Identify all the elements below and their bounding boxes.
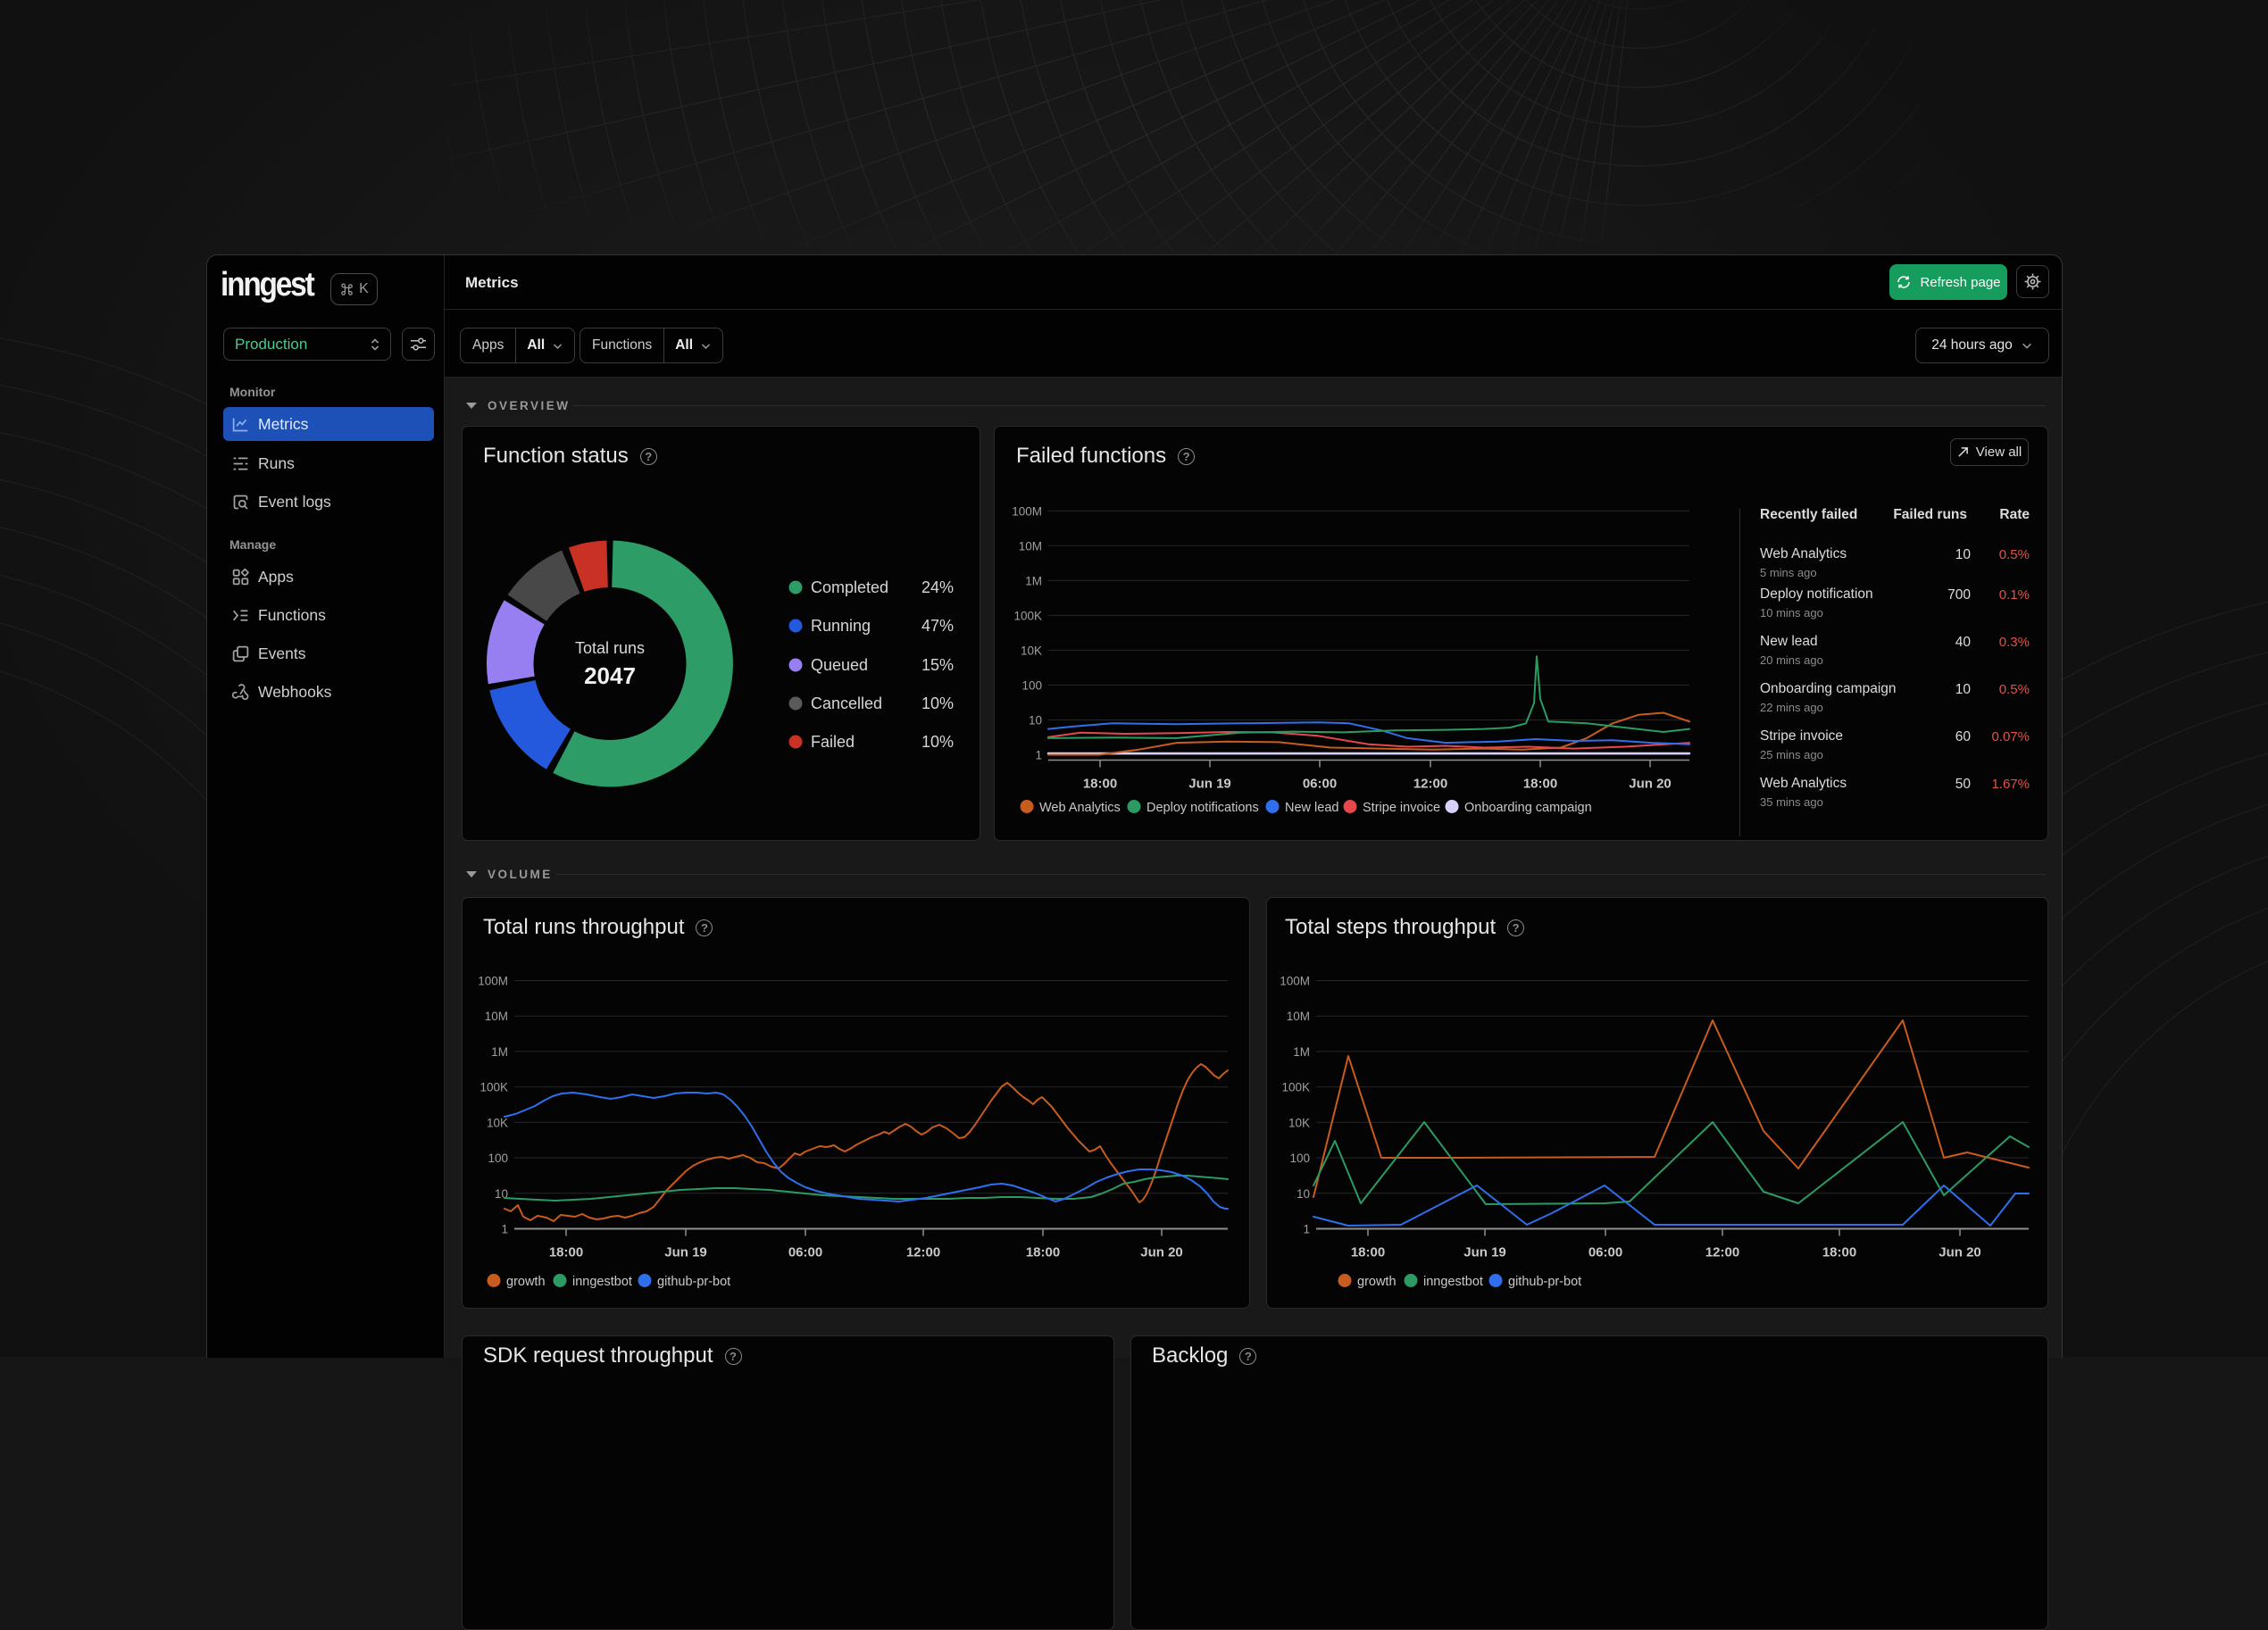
svg-text:06:00: 06:00 [788, 1245, 822, 1260]
svg-text:1M: 1M [491, 1045, 508, 1059]
svg-text:18:00: 18:00 [549, 1245, 583, 1260]
svg-text:1M: 1M [1025, 574, 1042, 587]
svg-text:1M: 1M [1293, 1045, 1310, 1059]
svg-text:Stripe invoice: Stripe invoice [1363, 801, 1440, 815]
svg-text:100: 100 [488, 1152, 508, 1165]
svg-text:Failed: Failed [811, 733, 855, 751]
svg-text:10M: 10M [1287, 1010, 1310, 1023]
svg-text:100K: 100K [1013, 609, 1042, 622]
svg-text:100: 100 [1289, 1152, 1310, 1165]
svg-text:10K: 10K [1021, 644, 1042, 657]
svg-text:10: 10 [1029, 714, 1042, 728]
svg-text:1: 1 [501, 1223, 508, 1236]
svg-text:inngestbot: inngestbot [572, 1275, 632, 1289]
svg-text:inngestbot: inngestbot [1423, 1275, 1483, 1289]
svg-text:10M: 10M [485, 1010, 508, 1023]
svg-text:Jun 19: Jun 19 [664, 1245, 707, 1260]
svg-text:1: 1 [1303, 1223, 1310, 1236]
svg-text:Jun 20: Jun 20 [1939, 1245, 1981, 1260]
svg-text:2047: 2047 [584, 662, 636, 689]
svg-text:Web Analytics: Web Analytics [1039, 801, 1121, 815]
svg-text:10M: 10M [1019, 539, 1042, 553]
svg-text:10: 10 [1297, 1187, 1310, 1201]
svg-text:10K: 10K [487, 1116, 508, 1129]
svg-text:Running: Running [811, 617, 871, 635]
svg-text:growth: growth [1357, 1275, 1397, 1289]
svg-text:06:00: 06:00 [1588, 1245, 1622, 1260]
svg-text:06:00: 06:00 [1303, 777, 1337, 792]
svg-text:24%: 24% [921, 578, 954, 596]
svg-text:12:00: 12:00 [1705, 1245, 1739, 1260]
svg-text:10K: 10K [1288, 1116, 1310, 1129]
svg-text:100M: 100M [478, 975, 508, 988]
svg-text:18:00: 18:00 [1083, 777, 1117, 792]
svg-text:12:00: 12:00 [1413, 777, 1447, 792]
svg-text:github-pr-bot: github-pr-bot [1508, 1275, 1581, 1289]
svg-text:Onboarding campaign: Onboarding campaign [1464, 801, 1592, 815]
svg-text:github-pr-bot: github-pr-bot [657, 1275, 730, 1289]
svg-text:Completed: Completed [811, 578, 888, 596]
svg-text:Jun 19: Jun 19 [1188, 777, 1231, 792]
svg-text:12:00: 12:00 [906, 1245, 940, 1260]
svg-text:Queued: Queued [811, 656, 868, 674]
svg-text:18:00: 18:00 [1523, 777, 1557, 792]
svg-text:Total runs: Total runs [575, 639, 645, 657]
svg-text:100: 100 [1021, 678, 1042, 692]
svg-text:100M: 100M [1280, 975, 1310, 988]
svg-text:10%: 10% [921, 733, 954, 751]
svg-text:Jun 20: Jun 20 [1629, 777, 1672, 792]
svg-text:New lead: New lead [1285, 801, 1338, 815]
svg-text:100M: 100M [1012, 504, 1042, 518]
svg-text:47%: 47% [921, 617, 954, 635]
svg-text:100K: 100K [1281, 1081, 1310, 1094]
svg-text:Cancelled: Cancelled [811, 694, 882, 712]
svg-text:10%: 10% [921, 694, 954, 712]
svg-text:18:00: 18:00 [1351, 1245, 1385, 1260]
svg-text:Deploy notifications: Deploy notifications [1147, 801, 1259, 815]
svg-text:1: 1 [1035, 749, 1042, 762]
svg-text:100K: 100K [479, 1081, 508, 1094]
svg-text:Jun 20: Jun 20 [1140, 1245, 1183, 1260]
svg-text:Jun 19: Jun 19 [1463, 1245, 1506, 1260]
svg-text:18:00: 18:00 [1026, 1245, 1060, 1260]
svg-text:18:00: 18:00 [1822, 1245, 1856, 1260]
svg-text:15%: 15% [921, 656, 954, 674]
svg-text:growth: growth [506, 1275, 546, 1289]
